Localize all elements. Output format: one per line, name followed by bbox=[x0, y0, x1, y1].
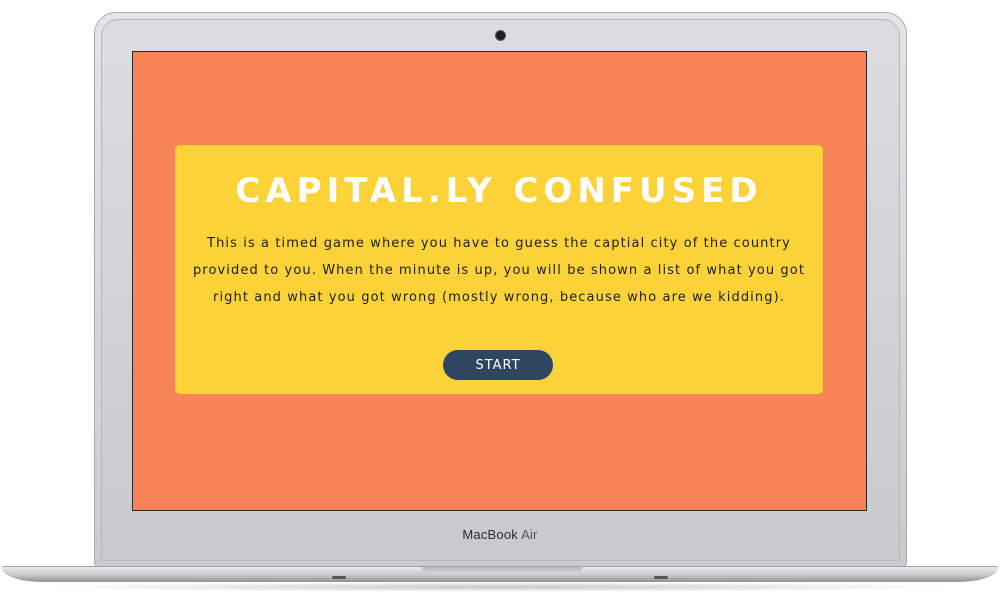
laptop-mockup: CAPITAL.LY CONFUSED This is a timed game… bbox=[0, 0, 1000, 596]
camera-icon bbox=[496, 31, 505, 40]
app-screen: CAPITAL.LY CONFUSED This is a timed game… bbox=[132, 51, 867, 511]
intro-card: CAPITAL.LY CONFUSED This is a timed game… bbox=[175, 145, 823, 394]
base-foot-right bbox=[654, 576, 668, 579]
game-description: This is a timed game where you have to g… bbox=[192, 236, 806, 305]
game-title: CAPITAL.LY CONFUSED bbox=[235, 171, 763, 211]
device-label: MacBook Air bbox=[0, 527, 1000, 542]
lid-opening-notch bbox=[422, 567, 582, 574]
device-model: Air bbox=[521, 527, 538, 542]
base-foot-left bbox=[332, 576, 346, 579]
laptop-base bbox=[2, 566, 998, 582]
device-brand: MacBook bbox=[462, 527, 518, 542]
laptop-shadow bbox=[30, 582, 970, 592]
start-button[interactable]: START bbox=[443, 350, 553, 380]
